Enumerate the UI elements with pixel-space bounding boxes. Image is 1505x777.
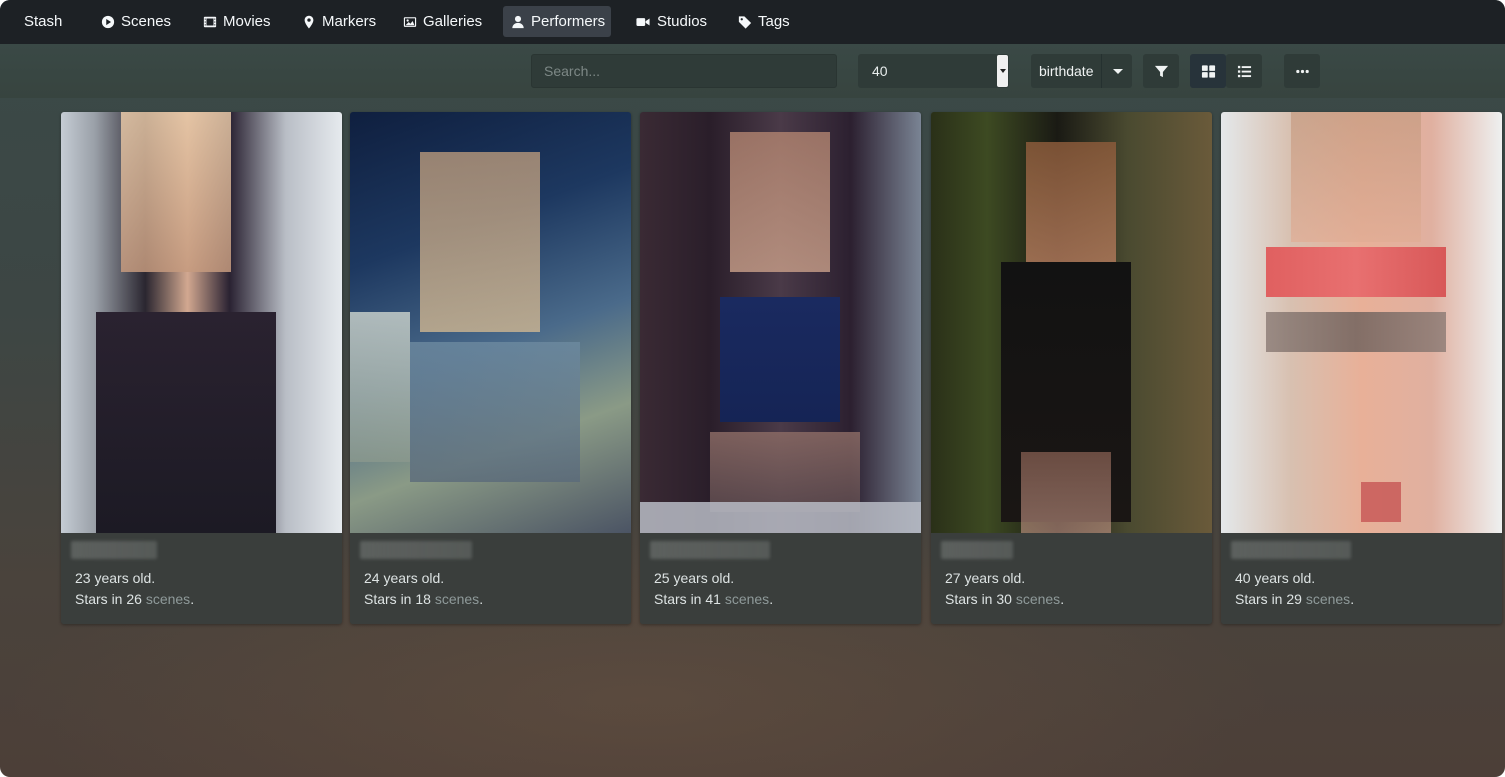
performer-thumbnail[interactable] [640,112,921,533]
nav-performers[interactable]: Performers [503,6,611,37]
video-camera-icon [635,15,651,29]
more-options-button[interactable] [1284,54,1320,88]
performer-thumbnail[interactable] [1221,112,1502,533]
performer-card[interactable]: 24 years old. Stars in 18 scenes. [350,112,631,624]
performer-age: 27 years old. [945,570,1026,586]
sort-by-select[interactable]: birthdate [1031,54,1101,88]
nav-scenes-label: Scenes [121,13,172,30]
scenes-link[interactable]: scenes [435,591,479,607]
sort-direction-button[interactable] [1101,54,1132,88]
grid-view-button[interactable] [1190,54,1226,88]
performer-thumbnail[interactable] [350,112,631,533]
nav-markers[interactable]: Markers [294,6,384,37]
performer-thumbnail[interactable] [61,112,342,533]
performer-card-info: 25 years old. Stars in 41 scenes. [640,533,921,624]
image-icon [403,15,417,29]
scenes-link[interactable]: scenes [1306,591,1350,607]
performer-card[interactable]: 27 years old. Stars in 30 scenes. [931,112,1212,624]
ellipsis-icon [1295,69,1309,73]
stars-in-prefix: Stars in [364,591,412,607]
scenes-link[interactable]: scenes [146,591,190,607]
stars-in-prefix: Stars in [654,591,702,607]
scene-count-number: 26 [126,591,142,607]
sentence-period: . [190,591,195,607]
nav-movies[interactable]: Movies [195,6,279,37]
nav-tags-label: Tags [758,13,790,30]
nav-markers-label: Markers [322,13,377,30]
stars-in-prefix: Stars in [75,591,123,607]
play-circle-icon [101,15,115,29]
performer-age: 40 years old. [1235,570,1316,586]
scenes-link[interactable]: scenes [1016,591,1060,607]
nav-scenes[interactable]: Scenes [93,6,179,37]
nav-performers-label: Performers [531,13,606,30]
sentence-period: . [1350,591,1355,607]
performer-card[interactable]: 23 years old. Stars in 26 scenes. [61,112,342,624]
stars-in-prefix: Stars in [945,591,993,607]
grid-icon [1201,64,1215,78]
nav-galleries-label: Galleries [423,13,483,30]
list-toolbar: 40 birthdate [0,44,1505,98]
performer-card-info: 24 years old. Stars in 18 scenes. [350,533,631,624]
user-icon [511,15,525,29]
sentence-period: . [769,591,774,607]
sentence-period: . [479,591,484,607]
app-window: Stash Scenes Movies Markers Galleries Pe… [0,0,1505,777]
sort-control: birthdate [1031,54,1132,88]
list-icon [1237,65,1251,77]
scene-count-number: 29 [1286,591,1302,607]
per-page-value: 40 [872,63,888,79]
performer-age: 23 years old. [75,570,156,586]
performer-scene-count: Stars in 18 scenes. [364,591,483,607]
scene-count-number: 41 [705,591,721,607]
performer-name-link[interactable] [941,541,1013,559]
per-page-input[interactable]: 40 [858,54,1009,88]
nav-studios[interactable]: Studios [627,6,715,37]
scenes-link[interactable]: scenes [725,591,769,607]
sentence-period: . [1060,591,1065,607]
filter-button[interactable] [1143,54,1179,88]
scene-count-number: 18 [415,591,431,607]
performer-age: 25 years old. [654,570,735,586]
performer-name-link[interactable] [71,541,157,559]
performer-scene-count: Stars in 41 scenes. [654,591,773,607]
performer-name-link[interactable] [650,541,770,559]
map-marker-icon [302,15,316,29]
performer-thumbnail[interactable] [931,112,1212,533]
per-page-spinner[interactable] [997,55,1008,87]
performer-scene-count: Stars in 26 scenes. [75,591,194,607]
top-navbar: Stash Scenes Movies Markers Galleries Pe… [0,0,1505,44]
list-view-button[interactable] [1226,54,1262,88]
tag-icon [738,15,752,29]
brand-link[interactable]: Stash [24,0,62,44]
nav-movies-label: Movies [223,13,271,30]
performer-card-info: 23 years old. Stars in 26 scenes. [61,533,342,624]
performer-card-info: 40 years old. Stars in 29 scenes. [1221,533,1502,624]
filter-icon [1154,65,1168,77]
performer-scene-count: Stars in 30 scenes. [945,591,1064,607]
search-input[interactable] [531,54,837,88]
stars-in-prefix: Stars in [1235,591,1283,607]
nav-tags[interactable]: Tags [730,6,798,37]
performer-card[interactable]: 40 years old. Stars in 29 scenes. [1221,112,1502,624]
film-icon [203,15,217,29]
scene-count-number: 30 [996,591,1012,607]
performer-name-link[interactable] [1231,541,1351,559]
nav-studios-label: Studios [657,13,708,30]
performer-scene-count: Stars in 29 scenes. [1235,591,1354,607]
performer-card-info: 27 years old. Stars in 30 scenes. [931,533,1212,624]
performer-name-link[interactable] [360,541,472,559]
nav-galleries[interactable]: Galleries [395,6,490,37]
performer-age: 24 years old. [364,570,445,586]
performer-card[interactable]: 25 years old. Stars in 41 scenes. [640,112,921,624]
